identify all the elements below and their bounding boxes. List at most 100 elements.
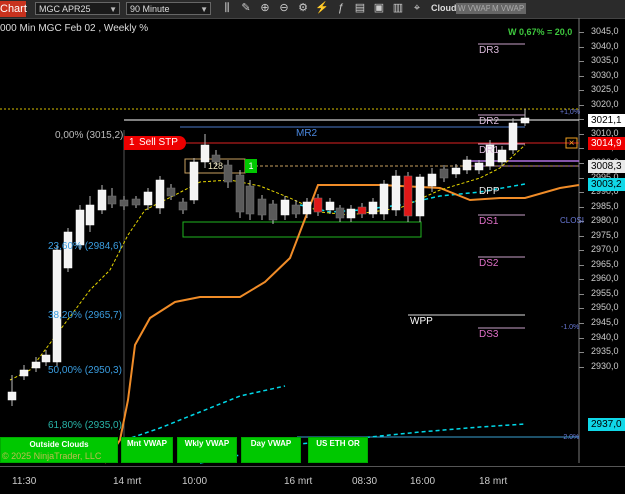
- x-axis-line: [0, 466, 625, 467]
- candle-body: [313, 197, 323, 213]
- pct-label-plus1: +1,0%: [560, 109, 581, 116]
- us-eth-or-button[interactable]: US ETH OR: [308, 437, 368, 463]
- y-axis-tickmark: [579, 46, 584, 48]
- y-axis-tick: 3045,0: [591, 26, 619, 36]
- candle-body: [346, 208, 356, 219]
- copyright-label: © 2025 NinjaTrader, LLC: [2, 451, 102, 461]
- y-axis-tick: 2930,0: [591, 360, 619, 371]
- y-axis-tick: 2970,0: [591, 244, 619, 255]
- candle-body: [508, 122, 518, 151]
- y-axis-tickmark: [579, 323, 584, 324]
- y-axis-tick: 2940,0: [591, 331, 619, 342]
- y-axis-tickmark: [579, 264, 584, 266]
- m-vwap-button[interactable]: M VWAP: [490, 3, 527, 14]
- y-axis-tickmark: [579, 148, 584, 150]
- candle-body: [497, 149, 507, 163]
- y-axis-tickmark: [579, 250, 584, 252]
- candle-body: [391, 175, 401, 211]
- fib-label-23-6: 23,60% (2984,6): [48, 241, 122, 252]
- instrument-selector[interactable]: MGC APR25 ▼: [35, 2, 120, 15]
- y-axis-tickmark: [579, 279, 584, 281]
- y-axis-tickmark: [579, 235, 584, 237]
- candle-body: [97, 189, 107, 211]
- candle-body: [178, 201, 188, 211]
- strategy-icon[interactable]: ⚡: [315, 2, 329, 15]
- pivot-label-dr2: DR2: [479, 116, 500, 127]
- candle-body: [131, 198, 141, 206]
- candle-body: [155, 179, 165, 209]
- zoom-out-icon[interactable]: ⊖: [277, 2, 291, 15]
- candle-body: [403, 175, 413, 217]
- data-box-icon[interactable]: ▣: [372, 2, 386, 15]
- zoom-in-icon[interactable]: ⊕: [258, 2, 272, 15]
- y-axis-tick: 2985,0: [591, 200, 619, 211]
- close-label: CLOSI: [560, 216, 585, 225]
- order-box-button[interactable]: 1: [245, 159, 257, 173]
- y-axis-tickmark: [579, 293, 584, 295]
- chevron-down-icon: ▼: [109, 5, 117, 14]
- candle-body: [107, 195, 117, 205]
- level-price-tag-1: 3008,3: [588, 160, 625, 173]
- y-axis-tickmark: [579, 75, 584, 77]
- pivot-label-ds1: DS1: [479, 216, 499, 227]
- y-axis-tickmark: [579, 206, 584, 208]
- pivot-label-ds2: DS2: [479, 258, 499, 269]
- y-axis-tick: 2960,0: [591, 273, 619, 284]
- fib-label-0: 0,00% (3015,2): [55, 130, 124, 141]
- candle-body: [19, 369, 29, 377]
- candle-body: [520, 117, 530, 124]
- svg-text:×: ×: [569, 138, 575, 149]
- sell-order-qty: 1: [129, 137, 135, 148]
- candle-body: [325, 201, 335, 211]
- y-axis-tickmark: [579, 177, 584, 179]
- y-axis-tick: 2955,0: [591, 287, 619, 298]
- y-axis-tick: 3020,0: [591, 98, 619, 109]
- y-axis-tickmark: [579, 162, 584, 164]
- day-vwap-button[interactable]: Day VWAP: [241, 437, 301, 463]
- outside-clouds-label: Outside Clouds: [29, 440, 89, 449]
- order-box-qty: 128: [208, 161, 224, 171]
- candle-body: [41, 354, 51, 363]
- chart-tab[interactable]: Chart: [0, 1, 27, 17]
- pct-label-minus2: -2.0%: [561, 434, 580, 441]
- candle-body: [7, 391, 17, 401]
- candle-body: [75, 209, 85, 246]
- candle-body: [257, 198, 267, 216]
- candle-body: [280, 199, 290, 216]
- mnt-vwap-button[interactable]: Mnt VWAP: [121, 437, 173, 463]
- pivot-label-dr3: DR3: [479, 45, 500, 56]
- templates-icon[interactable]: ▤: [353, 2, 367, 15]
- chart-trader-icon[interactable]: ▥: [391, 2, 405, 15]
- candle-body: [379, 183, 389, 215]
- cloud-toggle[interactable]: Cloud: [431, 2, 457, 15]
- y-axis-tick: 2945,0: [591, 317, 619, 327]
- candle-body: [302, 201, 312, 215]
- y-axis-tickmark: [579, 352, 584, 354]
- fib-label-38-2: 38,20% (2965,7): [48, 310, 122, 321]
- x-axis-tick: 11:30: [12, 476, 37, 487]
- draw-tool-icon[interactable]: ✎: [239, 2, 253, 15]
- candle-body: [166, 187, 176, 197]
- candle-body: [368, 201, 378, 215]
- crosshair-icon[interactable]: ⌖: [410, 2, 424, 15]
- x-axis-tick: 16:00: [410, 476, 436, 487]
- sell-stop-order[interactable]: 1 Sell STP: [124, 136, 186, 150]
- interval-selector[interactable]: 90 Minute ▼: [126, 2, 211, 15]
- bar-chart-icon[interactable]: ⫼: [220, 2, 234, 15]
- candle-body: [335, 207, 345, 219]
- candle-body: [451, 167, 461, 175]
- w-vwap-button[interactable]: W VWAP: [456, 3, 494, 14]
- candle-body: [439, 168, 449, 179]
- properties-icon[interactable]: ⚙: [296, 2, 310, 15]
- indicator-icon[interactable]: ƒ: [334, 2, 348, 15]
- pct-label-minus1: -1.0%: [561, 324, 580, 331]
- level-price-tag-2: 3003,2: [588, 178, 625, 191]
- candle-body: [85, 204, 95, 226]
- sell-order-label: Sell STP: [139, 137, 178, 148]
- y-axis-tick: 3035,0: [591, 55, 619, 66]
- x-axis-tick: 10:00: [182, 476, 208, 487]
- pivot-label-mr2: MR2: [296, 128, 318, 139]
- wkly-vwap-button[interactable]: Wkly VWAP: [177, 437, 237, 463]
- y-axis-tickmark: [579, 119, 584, 121]
- candle-body: [357, 206, 367, 215]
